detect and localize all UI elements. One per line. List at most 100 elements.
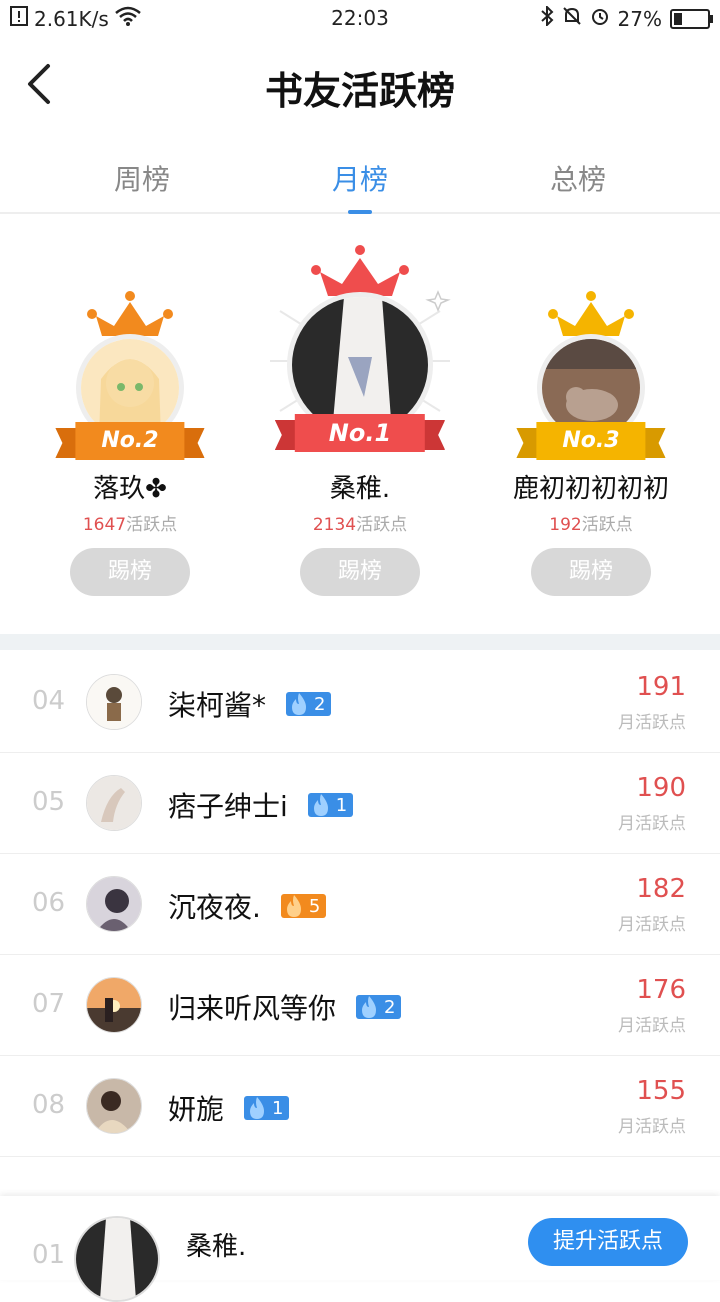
flame-icon (313, 794, 328, 816)
rank-label: No.3 (536, 422, 646, 460)
user-name: 沉夜夜. (168, 891, 261, 924)
score-value: 191 (636, 672, 686, 702)
points-suffix: 活跃点 (356, 515, 408, 535)
rank-number: 07 (32, 989, 66, 1019)
avatar[interactable] (86, 977, 142, 1033)
list-item[interactable]: 08 妍旎 1 155 月活跃点 (0, 1056, 720, 1157)
rank-label: No.1 (294, 414, 426, 452)
kick-button[interactable]: 踢榜 (70, 548, 190, 596)
user-name: 归来听风等你 (168, 992, 337, 1025)
status-bar: 2.61K/s 22:03 27% (0, 0, 720, 36)
top-three-podium: No.2 落玖✤ 1647活跃点 踢榜 No.1 桑稚. 2134活跃点 踢榜 … (0, 214, 720, 634)
user-name-row: 妍旎 1 (168, 1088, 290, 1128)
tab-label: 总榜 (549, 163, 606, 196)
user-name-row: 沉夜夜. 5 (168, 886, 327, 926)
points-text: 1647活跃点 (30, 510, 230, 535)
user-name-row: 痞子绅士i 1 (168, 785, 354, 825)
tab-total[interactable]: 总榜 (498, 158, 658, 198)
avatar[interactable] (74, 1216, 160, 1302)
level-value: 2 (314, 693, 326, 715)
list-item[interactable]: 06 沉夜夜. 5 182 月活跃点 (0, 854, 720, 955)
ranking-list: 04 柒柯酱* 2 191 月活跃点 05 痞子绅士i 1 190 月活跃点 0… (0, 652, 720, 1157)
score-value: 176 (636, 975, 686, 1005)
avatar[interactable] (86, 1078, 142, 1134)
level-value: 5 (308, 895, 321, 917)
list-item[interactable]: 05 痞子绅士i 1 190 月活跃点 (0, 753, 720, 854)
points-value: 1647 (82, 515, 127, 535)
user-name-row: 归来听风等你 2 (168, 987, 402, 1027)
rank-ribbon: No.3 (516, 422, 666, 460)
level-badge: 1 (307, 793, 354, 817)
flame-icon (292, 693, 307, 715)
rank-label: No.2 (75, 422, 185, 460)
user-name: 落玖✤ (93, 474, 167, 504)
points-suffix: 活跃点 (581, 515, 633, 535)
score-label: 月活跃点 (618, 814, 686, 834)
user-name-row: 柒柯酱* 2 (168, 684, 332, 724)
crown-icon (548, 291, 634, 336)
score-label: 月活跃点 (618, 1117, 686, 1137)
user-name: 妍旎 (168, 1093, 225, 1126)
points-value: 2134 (312, 515, 357, 535)
podium-first: No.1 桑稚. 2134活跃点 踢榜 (260, 214, 460, 614)
tab-label: 月榜 (331, 163, 388, 196)
rank-ribbon: No.1 (274, 414, 446, 452)
page-title: 书友活跃榜 (264, 69, 455, 113)
level-value: 2 (384, 996, 396, 1018)
kick-button[interactable]: 踢榜 (531, 548, 651, 596)
crown-icon (87, 291, 173, 336)
user-name: 痞子绅士i (168, 790, 288, 823)
rank-number: 06 (32, 888, 66, 918)
points-text: 2134活跃点 (260, 510, 460, 535)
level-badge: 2 (286, 692, 332, 716)
rank-ribbon: No.2 (55, 422, 205, 460)
level-badge: 5 (280, 894, 327, 918)
user-name: 柒柯酱* (168, 689, 267, 722)
level-value: 1 (272, 1097, 284, 1119)
flame-icon (362, 996, 377, 1018)
period-tabs: 周榜 月榜 总榜 (0, 140, 720, 214)
score-value: 182 (636, 874, 686, 904)
level-value: 1 (335, 794, 348, 816)
score-value: 155 (636, 1076, 686, 1106)
user-name: 鹿初初初初初 (512, 474, 669, 504)
flame-icon (250, 1097, 265, 1119)
boost-activity-button[interactable]: 提升活跃点 (528, 1218, 688, 1266)
rank-number: 05 (32, 787, 66, 817)
points-value: 192 (549, 515, 582, 535)
user-name: 桑稚. (329, 474, 391, 504)
nav-bar: 书友活跃榜 (0, 36, 720, 136)
flame-icon (286, 895, 301, 917)
rank-number: 04 (32, 686, 66, 716)
section-divider (0, 634, 720, 650)
tab-monthly[interactable]: 月榜 (280, 158, 440, 214)
level-badge: 2 (356, 995, 402, 1019)
podium-second: No.2 落玖✤ 1647活跃点 踢榜 (30, 214, 230, 614)
avatar[interactable] (86, 674, 142, 730)
points-text: 192活跃点 (491, 510, 691, 535)
score-label: 月活跃点 (618, 713, 686, 733)
my-rank-number: 01 (32, 1240, 66, 1270)
my-name: 桑稚. (186, 1232, 247, 1262)
score-value: 190 (636, 773, 686, 803)
score-label: 月活跃点 (618, 1016, 686, 1036)
list-item[interactable]: 04 柒柯酱* 2 191 月活跃点 (0, 652, 720, 753)
tab-label: 周榜 (113, 163, 170, 196)
level-badge: 1 (244, 1096, 290, 1120)
crown-icon (311, 245, 409, 296)
podium-third: No.3 鹿初初初初初 192活跃点 踢榜 (491, 214, 691, 614)
avatar[interactable] (86, 876, 142, 932)
my-rank-bar: 01 桑稚. 提升活跃点 (0, 1196, 720, 1302)
list-item[interactable]: 07 归来听风等你 2 176 月活跃点 (0, 955, 720, 1056)
score-label: 月活跃点 (618, 915, 686, 935)
avatar[interactable] (86, 775, 142, 831)
points-suffix: 活跃点 (126, 515, 178, 535)
bluetooth-icon (540, 4, 554, 31)
kick-button[interactable]: 踢榜 (300, 548, 420, 596)
alarm-icon (590, 6, 610, 31)
tab-weekly[interactable]: 周榜 (62, 158, 222, 198)
mute-bell-icon (562, 6, 582, 31)
battery-percent: 27% (617, 6, 662, 31)
battery-icon (670, 8, 713, 29)
rank-number: 08 (32, 1090, 66, 1120)
